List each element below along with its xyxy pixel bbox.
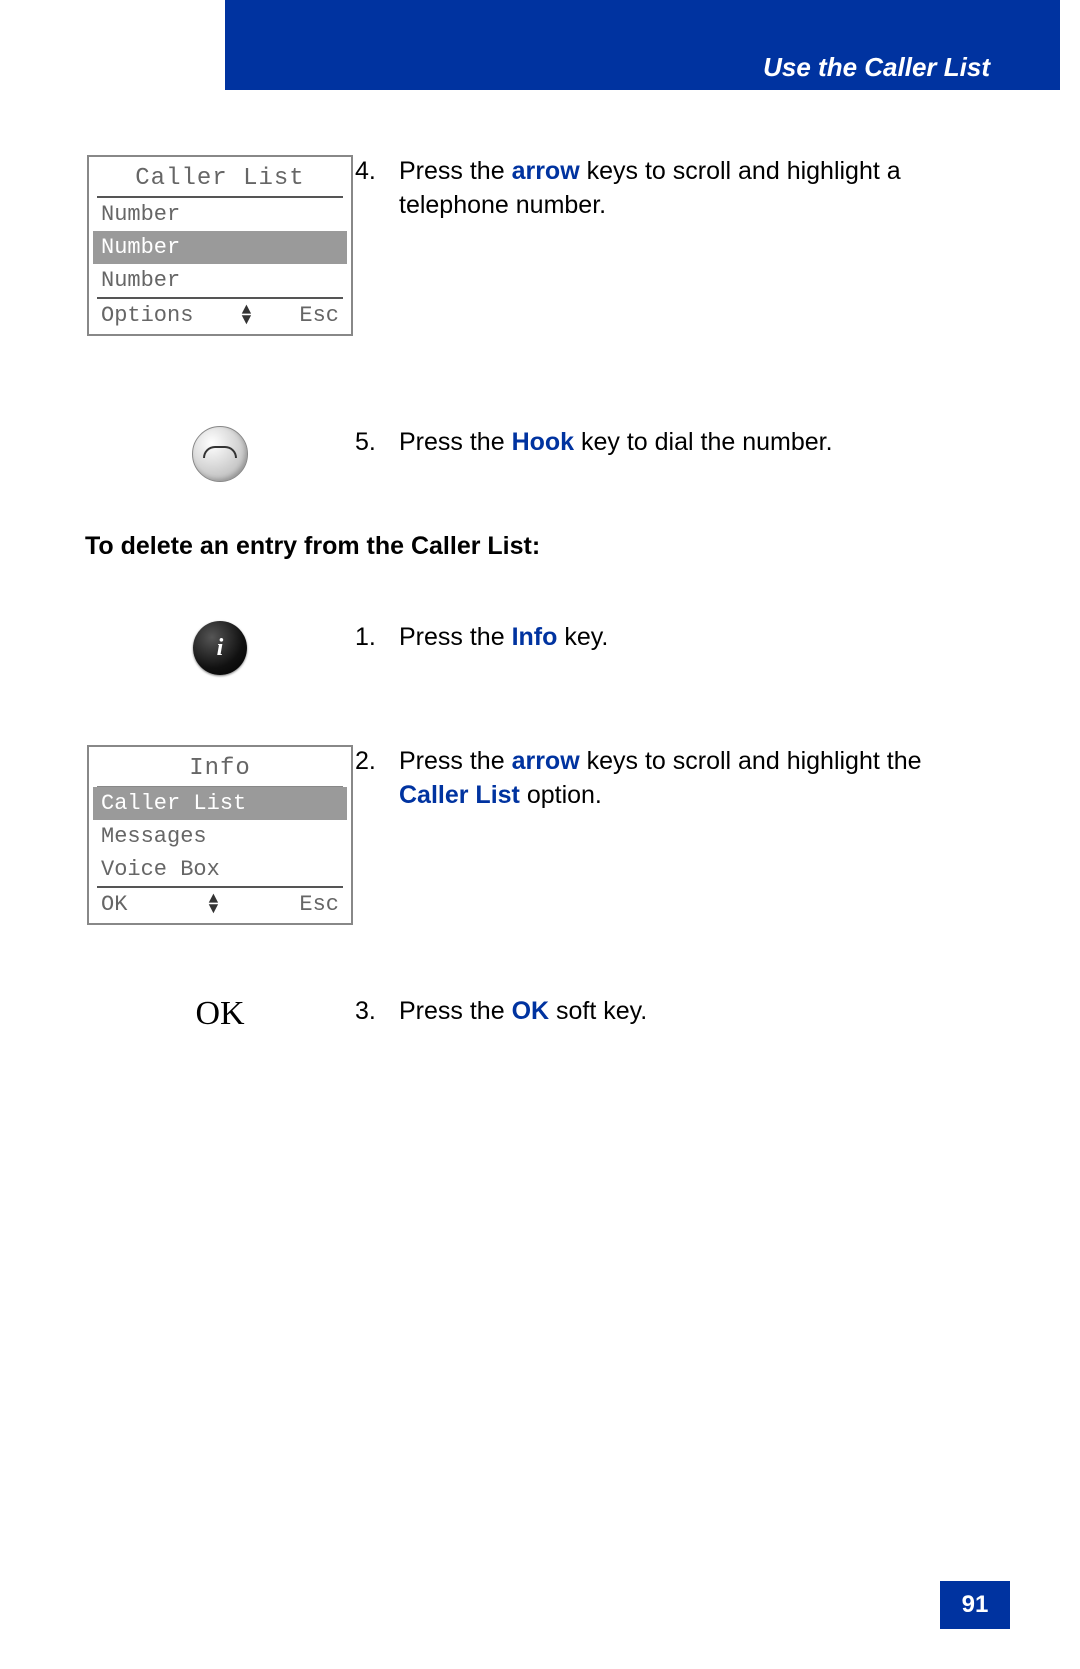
hook-key-icon [192, 426, 248, 482]
updown-arrow-icon: ▲▼ [209, 895, 219, 914]
lcd2-title: Info [89, 747, 351, 786]
lcd1-softkey-left: Options [101, 303, 193, 328]
stepD2-mid: keys to scroll and highlight the [580, 747, 922, 775]
stepD2-post: option. [520, 781, 602, 809]
content-area: Caller List Number Number Number Options… [85, 155, 995, 1083]
lcd1-item-0: Number [89, 198, 351, 231]
lcd1-softkey-right: Esc [299, 303, 339, 328]
lcd2-item-0: Caller List [93, 787, 347, 820]
step5-num: 5. [355, 426, 399, 460]
stepD2-pre: Press the [399, 747, 512, 775]
stepD3-kw-ok: OK [512, 997, 550, 1025]
stepD3-row: OK 3. Press the OK soft key. [85, 995, 995, 1033]
step4: 4. Press the arrow keys to scroll and hi… [355, 155, 995, 223]
stepD3-text: Press the OK soft key. [399, 995, 995, 1029]
lcd-info-menu: Info Caller List Messages Voice Box OK ▲… [87, 745, 353, 925]
stepD1-post: key. [557, 623, 608, 651]
stepD2-text: Press the arrow keys to scroll and highl… [399, 745, 995, 813]
step5-row: 5. Press the Hook key to dial the number… [85, 426, 995, 482]
stepD1-num: 1. [355, 621, 399, 655]
lcd2-softkey-right: Esc [299, 892, 339, 917]
stepD2-row: Info Caller List Messages Voice Box OK ▲… [85, 745, 995, 925]
step4-text: Press the arrow keys to scroll and highl… [399, 155, 995, 223]
header-title: Use the Caller List [763, 52, 990, 83]
stepD1: 1. Press the Info key. [355, 621, 995, 655]
step4-pre: Press the [399, 157, 512, 185]
lcd2-softkey-left: OK [101, 892, 127, 917]
stepD3-pre: Press the [399, 997, 512, 1025]
lcd1-item-2: Number [89, 264, 351, 297]
step5-pre: Press the [399, 428, 512, 456]
stepD2-kw-arrow: arrow [512, 747, 580, 775]
stepD1-text: Press the Info key. [399, 621, 995, 655]
stepD3-post: soft key. [549, 997, 647, 1025]
lcd-caller-list: Caller List Number Number Number Options… [87, 155, 353, 336]
header-bar: Use the Caller List [225, 0, 1060, 90]
step5-text: Press the Hook key to dial the number. [399, 426, 995, 460]
info-glyph: i [217, 635, 224, 662]
page-number: 91 [940, 1581, 1010, 1629]
delete-section-heading: To delete an entry from the Caller List: [85, 532, 995, 561]
lcd2-softkeys: OK ▲▼ Esc [89, 888, 351, 923]
lcd2-item-2: Voice Box [89, 853, 351, 886]
stepD2-num: 2. [355, 745, 399, 779]
stepD1-kw-info: Info [512, 623, 558, 651]
info-key-icon: i [193, 621, 247, 675]
step4-num: 4. [355, 155, 399, 189]
step5: 5. Press the Hook key to dial the number… [355, 426, 995, 460]
stepD1-pre: Press the [399, 623, 512, 651]
lcd2-item-1: Messages [89, 820, 351, 853]
step5-post: key to dial the number. [574, 428, 832, 456]
ok-softkey-label: OK [195, 995, 244, 1033]
stepD2: 2. Press the arrow keys to scroll and hi… [355, 745, 995, 813]
step5-kw-hook: Hook [512, 428, 575, 456]
page-number-text: 91 [962, 1591, 989, 1619]
lcd1-title: Caller List [89, 157, 351, 196]
updown-arrow-icon: ▲▼ [242, 306, 252, 325]
handset-icon [203, 446, 237, 458]
stepD2-kw-callerlist: Caller List [399, 781, 520, 809]
lcd1-softkeys: Options ▲▼ Esc [89, 299, 351, 334]
stepD1-row: i 1. Press the Info key. [85, 621, 995, 675]
stepD3: 3. Press the OK soft key. [355, 995, 995, 1029]
stepD3-num: 3. [355, 995, 399, 1029]
step4-row: Caller List Number Number Number Options… [85, 155, 995, 336]
step4-kw-arrow: arrow [512, 157, 580, 185]
lcd1-item-1: Number [93, 231, 347, 264]
